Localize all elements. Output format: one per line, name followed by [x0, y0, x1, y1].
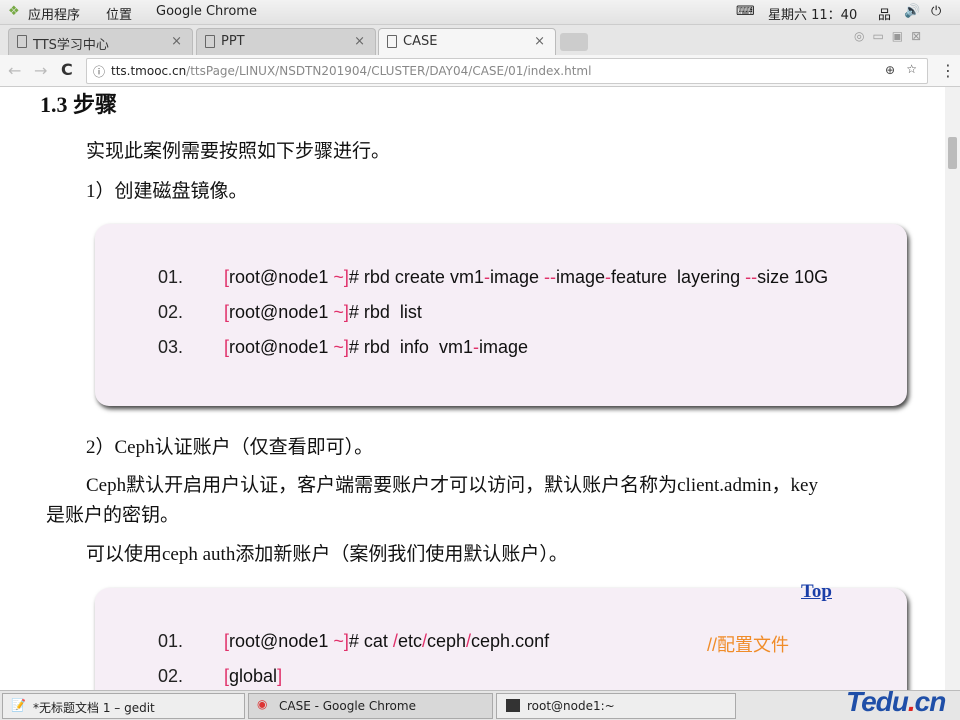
taskbar: 📝 *无标题文档 1 – gedit ◉ CASE - Google Chrome … — [0, 686, 960, 720]
close-icon[interactable]: × — [534, 34, 545, 49]
new-tab-button[interactable] — [560, 33, 588, 51]
scrollbar-thumb[interactable] — [948, 137, 957, 169]
page-icon — [205, 35, 215, 48]
code-line: 01. [root@node1 ~]# cat /etc/ceph/ceph.co… — [158, 631, 789, 655]
keyboard-icon[interactable]: ⌨ — [736, 4, 755, 19]
code-token: root@node1 — [229, 302, 334, 322]
code-token: ~ — [333, 302, 344, 322]
menu-icon[interactable]: ⋮ — [940, 61, 956, 80]
apps-icon: ❖ — [8, 4, 20, 19]
taskbar-gedit[interactable]: 📝 *无标题文档 1 – gedit — [2, 693, 245, 719]
task-label: root@node1:~ — [527, 699, 615, 713]
close-icon[interactable]: × — [354, 34, 365, 49]
code-comment: //配置文件 — [707, 635, 790, 655]
task-label: *无标题文档 1 – gedit — [33, 701, 155, 715]
url-path: /ttsPage/LINUX/NSDTN201904/CLUSTER/DAY04… — [186, 64, 592, 78]
intro-text: 实现此案例需要按照如下步骤进行。 — [86, 141, 391, 162]
page-icon — [17, 35, 27, 48]
tab-label: CASE — [403, 34, 438, 49]
code-line: 03. [root@node1 ~]# rbd info vm1-image — [158, 337, 528, 358]
power-icon[interactable]: ⏻ — [931, 4, 941, 19]
section-heading: 1.3 步骤 — [40, 92, 118, 117]
info-icon[interactable]: ⓘ — [93, 63, 105, 80]
step-1-text: 1）创建磁盘镜像。 — [86, 181, 248, 202]
top-link[interactable]: Top — [801, 581, 832, 603]
taskbar-chrome[interactable]: ◉ CASE - Google Chrome — [248, 693, 493, 719]
code-token: etc — [397, 631, 422, 651]
code-block-1: 01. [root@node1 ~]# rbd create vm1-image … — [95, 224, 907, 406]
code-line: 02. [root@node1 ~]# rbd list — [158, 302, 422, 323]
applications-menu[interactable]: 应用程序 — [28, 4, 80, 23]
code-token: root@node1 — [229, 267, 334, 287]
paragraph-1-cont: 是账户的密钥。 — [46, 505, 180, 526]
code-token: ~ — [333, 267, 344, 287]
tab-case[interactable]: CASE × — [378, 28, 556, 55]
gedit-icon: 📝 — [11, 698, 26, 712]
code-token: -- — [745, 267, 758, 287]
address-bar[interactable]: ⓘ tts.tmooc.cn/ttsPage/LINUX/NSDTN201904… — [86, 58, 928, 84]
line-number: 01. — [158, 631, 184, 651]
code-token: -- — [543, 267, 556, 287]
code-token: feature layering — [611, 267, 746, 287]
line-number: 02. — [158, 666, 184, 686]
page-icon — [387, 35, 397, 48]
back-icon[interactable]: ← — [8, 61, 21, 80]
tab-ppt[interactable]: PPT × — [196, 28, 376, 55]
code-token: # rbd create vm1 — [348, 267, 484, 287]
code-token: ceph — [426, 631, 467, 651]
scrollbar[interactable] — [945, 87, 960, 690]
window-controls[interactable]: ◎▭▣⊠ — [854, 29, 929, 43]
chrome-icon: ◉ — [257, 697, 268, 711]
code-token: # cat — [348, 631, 393, 651]
code-token: image — [555, 267, 606, 287]
line-number: 02. — [158, 302, 184, 322]
code-token: ceph.conf — [471, 631, 550, 651]
code-token: ~ — [333, 631, 344, 651]
code-token: ] — [277, 666, 283, 686]
code-token: global — [229, 666, 278, 686]
volume-icon[interactable]: 🔊 — [904, 4, 920, 19]
tab-strip: TTS学习中心 × PPT × CASE × ◎▭▣⊠ — [0, 25, 960, 55]
active-app-menu[interactable]: Google Chrome — [156, 4, 257, 19]
system-top-bar: ❖ 应用程序 位置 Google Chrome ⌨ 星期六 11：40 品 🔊 … — [0, 0, 960, 25]
places-menu[interactable]: 位置 — [106, 4, 132, 23]
tab-label: TTS学习中心 — [33, 38, 109, 53]
code-token: ~ — [333, 337, 344, 357]
forward-icon[interactable]: → — [34, 61, 47, 80]
zoom-icon[interactable]: ⊕ — [885, 63, 895, 77]
line-number: 03. — [158, 337, 184, 357]
tedu-logo: Tedu.cn — [846, 686, 946, 717]
line-number: 01. — [158, 267, 184, 287]
toolbar: ← → C ⓘ tts.tmooc.cn/ttsPage/LINUX/NSDTN… — [0, 55, 960, 87]
bookmark-star-icon[interactable]: ☆ — [906, 62, 917, 76]
page-content: 1.3 步骤 实现此案例需要按照如下步骤进行。 1）创建磁盘镜像。 01. [ro… — [0, 87, 945, 690]
paragraph-2: 可以使用ceph auth添加新账户（案例我们使用默认账户）。 — [86, 544, 568, 565]
code-token: image — [478, 337, 528, 357]
code-token: root@node1 — [229, 631, 334, 651]
clock[interactable]: 星期六 11：40 — [768, 4, 857, 23]
step-2-text: 2）Ceph认证账户（仅查看即可）。 — [86, 437, 374, 458]
code-token: image — [489, 267, 544, 287]
code-token: root@node1 — [229, 337, 334, 357]
tab-tts[interactable]: TTS学习中心 × — [8, 28, 193, 55]
network-icon[interactable]: 品 — [878, 4, 891, 23]
code-line: 01. [root@node1 ~]# rbd create vm1-image … — [158, 267, 828, 288]
code-token: size 10G — [757, 267, 829, 287]
taskbar-terminal[interactable]: root@node1:~ — [496, 693, 736, 719]
code-token: # rbd info vm1 — [348, 337, 473, 357]
code-block-2: 01. [root@node1 ~]# cat /etc/ceph/ceph.co… — [95, 588, 907, 690]
code-token: # rbd list — [348, 302, 422, 322]
paragraph-1: Ceph默认开启用户认证，客户端需要账户才可以访问，默认账户名称为client.… — [86, 475, 818, 496]
terminal-icon — [506, 699, 520, 712]
close-icon[interactable]: × — [171, 34, 182, 49]
task-label: CASE - Google Chrome — [279, 699, 416, 713]
url-host: tts.tmooc.cn — [111, 64, 187, 78]
code-line: 02. [global] — [158, 666, 282, 687]
tab-label: PPT — [221, 34, 245, 49]
reload-icon[interactable]: C — [61, 60, 73, 79]
